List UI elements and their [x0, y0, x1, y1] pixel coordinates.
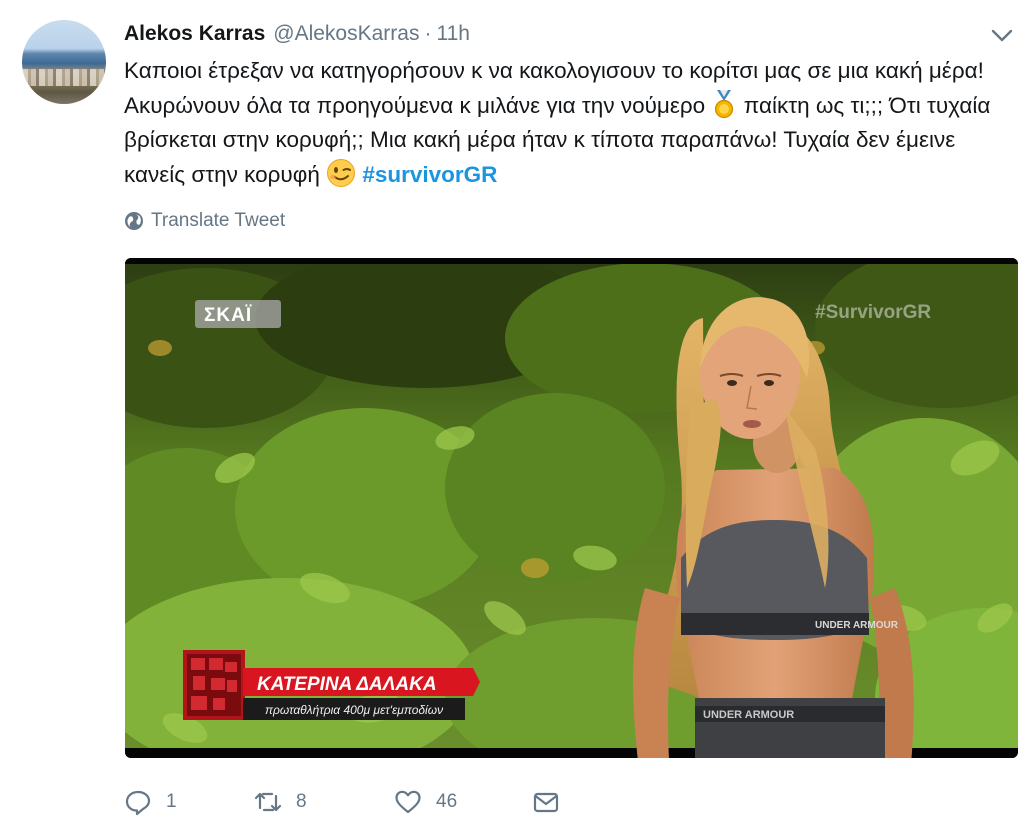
- reply-button[interactable]: 1: [124, 788, 254, 816]
- tweet-actions: 1 8 46: [124, 784, 560, 820]
- winking-face-emoji: [327, 158, 356, 187]
- separator-dot: ·: [424, 22, 432, 45]
- tweet-media-image[interactable]: UNDER ARMOUR UNDER ARMOUR ΣΚΑΪ #Survivor…: [125, 258, 1018, 758]
- caption-name: ΚΑΤΕΡΙΝΑ ΔΑΛΑΚΑ: [257, 674, 437, 695]
- tweet-timestamp[interactable]: 11h: [436, 22, 469, 46]
- channel-logo: ΣΚΑΪ: [204, 305, 252, 326]
- top-brand-text: UNDER ARMOUR: [815, 620, 899, 631]
- media-scene: UNDER ARMOUR UNDER ARMOUR ΣΚΑΪ #Survivor…: [125, 258, 1018, 758]
- globe-icon: [125, 212, 143, 230]
- chevron-down-icon[interactable]: [990, 26, 1014, 44]
- survivor-watermark: #SurvivorGR: [815, 302, 931, 323]
- retweet-count: 8: [296, 791, 307, 812]
- reply-icon: [125, 790, 151, 816]
- translate-label: Translate Tweet: [151, 210, 286, 231]
- reply-count: 1: [166, 791, 177, 812]
- retweet-button[interactable]: 8: [254, 788, 394, 816]
- like-button[interactable]: 46: [394, 788, 532, 816]
- tweet-header: Alekos Karras @AlekosKarras · 11h: [124, 18, 470, 50]
- retweet-icon: [254, 792, 282, 812]
- medal-emoji: [715, 89, 734, 118]
- author-name[interactable]: Alekos Karras: [124, 22, 265, 46]
- translate-tweet-link[interactable]: Translate Tweet: [124, 207, 285, 235]
- waistband-brand-text: UNDER ARMOUR: [703, 709, 794, 721]
- heart-icon: [395, 790, 421, 814]
- envelope-icon: [533, 792, 559, 813]
- tweet-text: Καποιοι έτρεξαν να κατηγορήσουν κ να κακ…: [124, 54, 1004, 192]
- hashtag-link[interactable]: #survivorGR: [362, 162, 497, 187]
- caption-subtitle: πρωταθλήτρια 400μ μετ'εμποδίων: [265, 703, 443, 717]
- direct-message-button[interactable]: [532, 788, 560, 816]
- author-avatar[interactable]: [22, 20, 106, 104]
- author-handle[interactable]: @AlekosKarras: [273, 22, 419, 46]
- like-count: 46: [436, 791, 458, 812]
